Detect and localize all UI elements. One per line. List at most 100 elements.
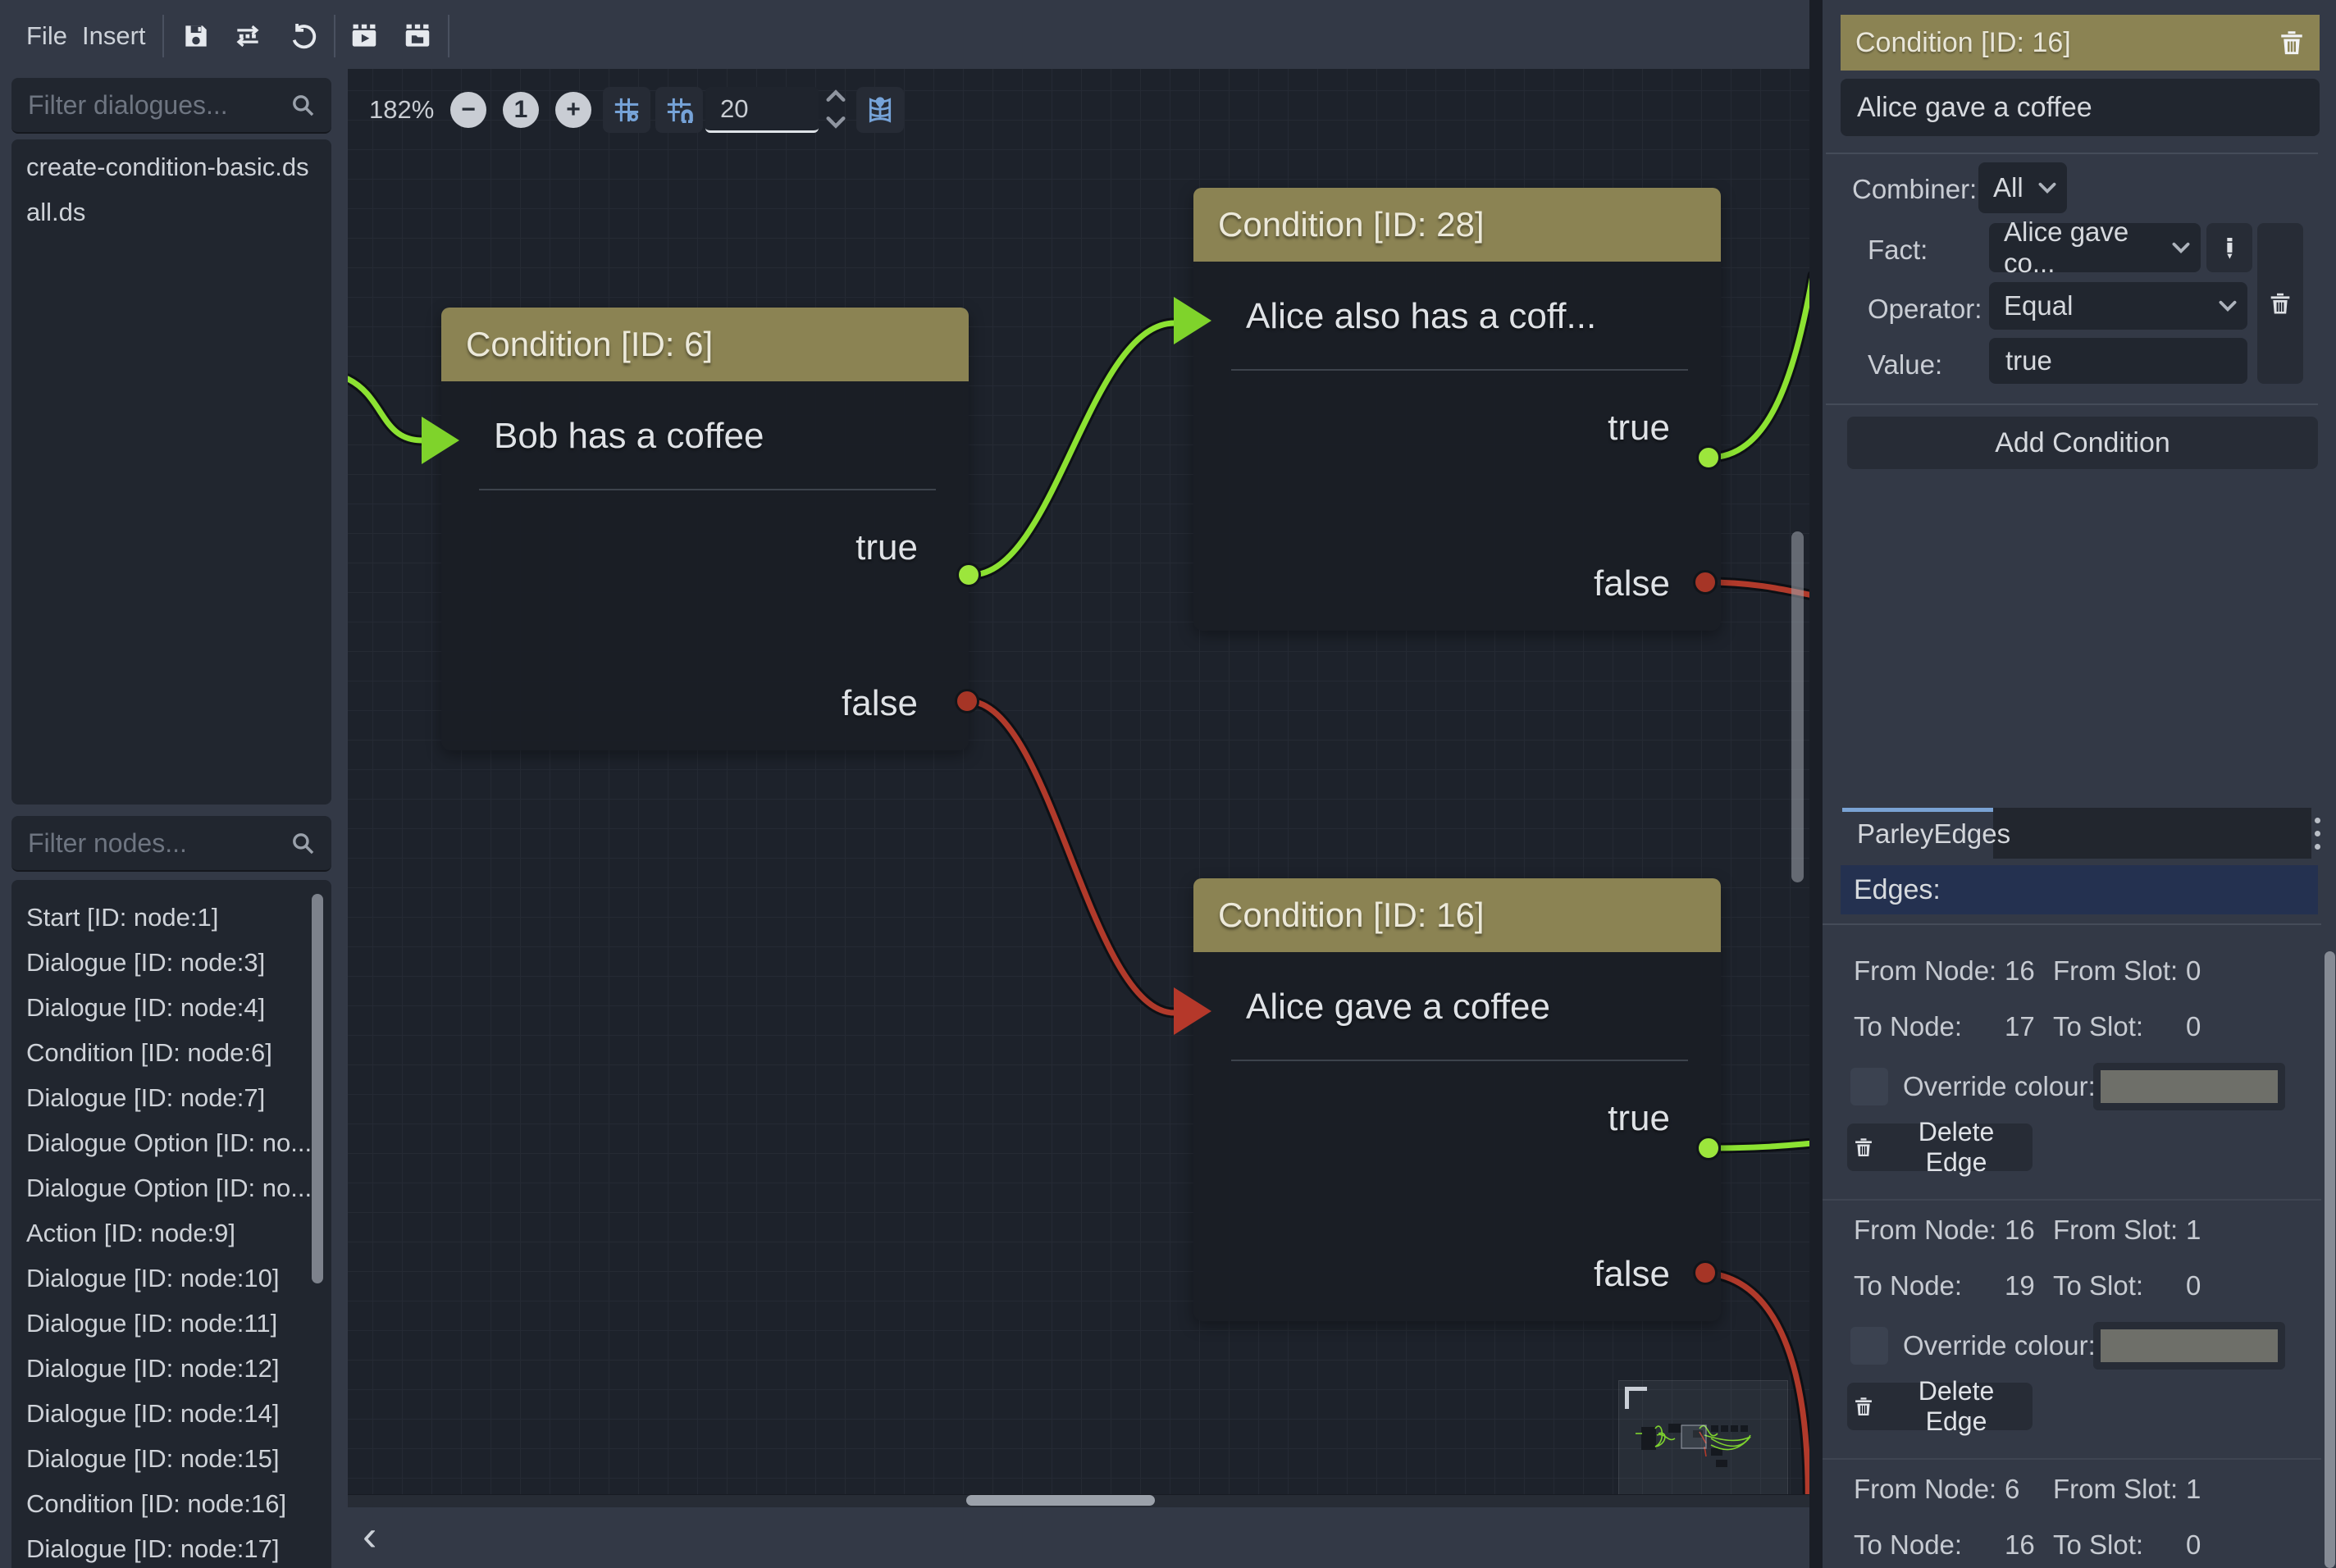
graph-canvas[interactable]: 182% − 1 + 20 Condition [ID: 6] Bob has …	[348, 69, 1809, 1507]
menu-insert[interactable]: Insert	[71, 0, 157, 72]
colour-picker[interactable]	[2093, 1063, 2285, 1110]
tab-parley-edges[interactable]: ParleyEdges	[1842, 808, 1993, 859]
output-port-true[interactable]	[1696, 1136, 1721, 1160]
canvas-vertical-scrollbar[interactable]	[1791, 531, 1804, 882]
edge-to-row: To Node: 19 To Slot: 0	[1823, 1258, 2321, 1314]
film-play-icon	[349, 21, 380, 52]
separator	[1826, 403, 2318, 405]
snap-grid-button[interactable]	[655, 87, 703, 133]
nodes-filter-input[interactable]: Filter nodes...	[11, 816, 331, 872]
nodes-list-scrollbar[interactable]	[312, 894, 323, 1283]
dialogues-filter-input[interactable]: Filter dialogues...	[11, 78, 331, 134]
panel-divider[interactable]	[1809, 0, 1823, 1568]
edge-into-node6[interactable]	[348, 379, 422, 440]
output-port-true[interactable]	[956, 563, 981, 587]
node-list-item[interactable]: Dialogue [ID: node:12]	[11, 1346, 331, 1391]
test-dialogue-button[interactable]	[341, 13, 387, 59]
canvas-footer: ‹	[348, 1507, 1809, 1568]
zoom-in-button[interactable]: +	[555, 92, 591, 128]
edge-node6-false-to-node16[interactable]	[968, 701, 1175, 1013]
combiner-select[interactable]: All	[1978, 162, 2067, 213]
output-port-false[interactable]	[1693, 570, 1718, 595]
edit-fact-button[interactable]	[2206, 223, 2252, 272]
snap-step-stepper[interactable]	[825, 89, 846, 131]
edge-from-row: From Node: 6 From Slot: 1	[1823, 1461, 2321, 1517]
graph-node-condition-6[interactable]: Condition [ID: 6] Bob has a coffee true …	[441, 308, 969, 750]
inspector-title: Condition [ID: 16]	[1841, 27, 2277, 59]
to-node-value: 17	[2005, 1011, 2053, 1042]
node-title[interactable]: Condition [ID: 6]	[441, 308, 969, 381]
output-port-false[interactable]	[1693, 1260, 1718, 1285]
trash-icon[interactable]	[2277, 28, 2306, 57]
graph-node-condition-28[interactable]: Condition [ID: 28] Alice also has a coff…	[1193, 188, 1721, 631]
node-list-item[interactable]: Dialogue Option [ID: no...	[11, 1120, 331, 1165]
node-condition-text: Alice gave a coffee	[1246, 987, 1550, 1028]
film-new-icon	[402, 21, 433, 52]
node-body: Bob has a coffee true false	[441, 381, 969, 750]
to-slot-label: To Slot:	[2053, 1011, 2186, 1042]
operator-select[interactable]: Equal	[1989, 282, 2247, 330]
toggle-grid-button[interactable]	[603, 87, 650, 133]
dialogue-list-item[interactable]: all.ds	[11, 189, 331, 235]
undo-button[interactable]	[281, 13, 326, 59]
node-list-item[interactable]: Condition [ID: node:16]	[11, 1481, 331, 1526]
condition-description-input[interactable]: Alice gave a coffee	[1841, 79, 2320, 136]
edge-card: From Node: 6 From Slot: 1 To Node: 16 To…	[1823, 1458, 2321, 1568]
add-condition-button[interactable]: Add Condition	[1847, 417, 2318, 469]
node-list-item[interactable]: Dialogue [ID: node:7]	[11, 1075, 331, 1120]
remap-button[interactable]	[225, 13, 271, 59]
value-input[interactable]: true	[1989, 338, 2247, 384]
zoom-reset-button[interactable]: 1	[503, 92, 539, 128]
node-list-item[interactable]: Action [ID: node:9]	[11, 1210, 331, 1256]
edge-node16-true-out[interactable]	[1709, 1143, 1809, 1148]
delete-edge-button[interactable]: Delete Edge	[1847, 1383, 2033, 1430]
node-list-item[interactable]: Dialogue [ID: node:11]	[11, 1301, 331, 1346]
save-button[interactable]	[173, 13, 219, 59]
node-list-item[interactable]: Dialogue [ID: node:10]	[11, 1256, 331, 1301]
node-list-item[interactable]: Dialogue [ID: node:17]	[11, 1526, 331, 1568]
swap-arrows-icon	[232, 21, 263, 52]
menu-file[interactable]: File	[15, 0, 79, 72]
delete-condition-button[interactable]	[2257, 223, 2303, 384]
colour-swatch	[2101, 1329, 2278, 1362]
node-list-item[interactable]: Dialogue [ID: node:3]	[11, 940, 331, 985]
output-port-false[interactable]	[955, 689, 979, 713]
node-list-item[interactable]: Dialogue [ID: node:15]	[11, 1436, 331, 1481]
node-list-item[interactable]: Condition [ID: node:6]	[11, 1030, 331, 1075]
canvas-horizontal-scrollbar-thumb[interactable]	[966, 1495, 1155, 1506]
colour-swatch	[2101, 1070, 2278, 1103]
fact-select[interactable]: Alice gave co...	[1989, 223, 2201, 272]
to-slot-value: 0	[2186, 1270, 2321, 1301]
edge-node28-true-out[interactable]	[1709, 276, 1809, 458]
edge-node6-true-to-node28[interactable]	[971, 323, 1175, 575]
override-colour-checkbox[interactable]	[1850, 1327, 1888, 1365]
node-list-item[interactable]: Start [ID: node:1]	[11, 895, 331, 940]
operator-value: Equal	[2004, 290, 2073, 321]
open-dialogue-button[interactable]	[395, 13, 440, 59]
graph-minimap[interactable]	[1618, 1380, 1788, 1507]
override-colour-checkbox[interactable]	[1850, 1068, 1888, 1105]
to-slot-value: 0	[2186, 1011, 2321, 1042]
delete-edge-button[interactable]: Delete Edge	[1847, 1124, 2033, 1171]
inspector-panel: Condition [ID: 16] Alice gave a coffee C…	[1823, 0, 2336, 1568]
edge-card: From Node: 16 From Slot: 1 To Node: 19 T…	[1823, 1199, 2321, 1430]
edges-tab-bar: ParleyEdges	[1823, 808, 2336, 859]
panel-menu-button[interactable]	[2315, 818, 2321, 857]
graph-node-condition-16[interactable]: Condition [ID: 16] Alice gave a coffee t…	[1193, 878, 1721, 1321]
node-title[interactable]: Condition [ID: 28]	[1193, 188, 1721, 262]
collapse-sidebar-button[interactable]: ‹	[356, 1507, 383, 1568]
output-port-true[interactable]	[1696, 445, 1721, 470]
node-list-item[interactable]: Dialogue Option [ID: no...	[11, 1165, 331, 1210]
dialogues-filter-placeholder: Filter dialogues...	[11, 90, 289, 121]
node-title[interactable]: Condition [ID: 16]	[1193, 878, 1721, 952]
dialogue-list-item[interactable]: create-condition-basic.ds	[11, 144, 331, 189]
toggle-minimap-button[interactable]	[856, 87, 904, 133]
colour-picker[interactable]	[2093, 1322, 2285, 1370]
edges-list-scrollbar[interactable]	[2325, 951, 2335, 1568]
snap-step-input[interactable]: 20	[705, 87, 819, 133]
node-list-item[interactable]: Dialogue [ID: node:14]	[11, 1391, 331, 1436]
node-list-item[interactable]: Dialogue [ID: node:4]	[11, 985, 331, 1030]
to-slot-label: To Slot:	[2053, 1529, 2186, 1561]
chevron-down-icon	[2218, 299, 2238, 312]
zoom-out-button[interactable]: −	[450, 92, 486, 128]
